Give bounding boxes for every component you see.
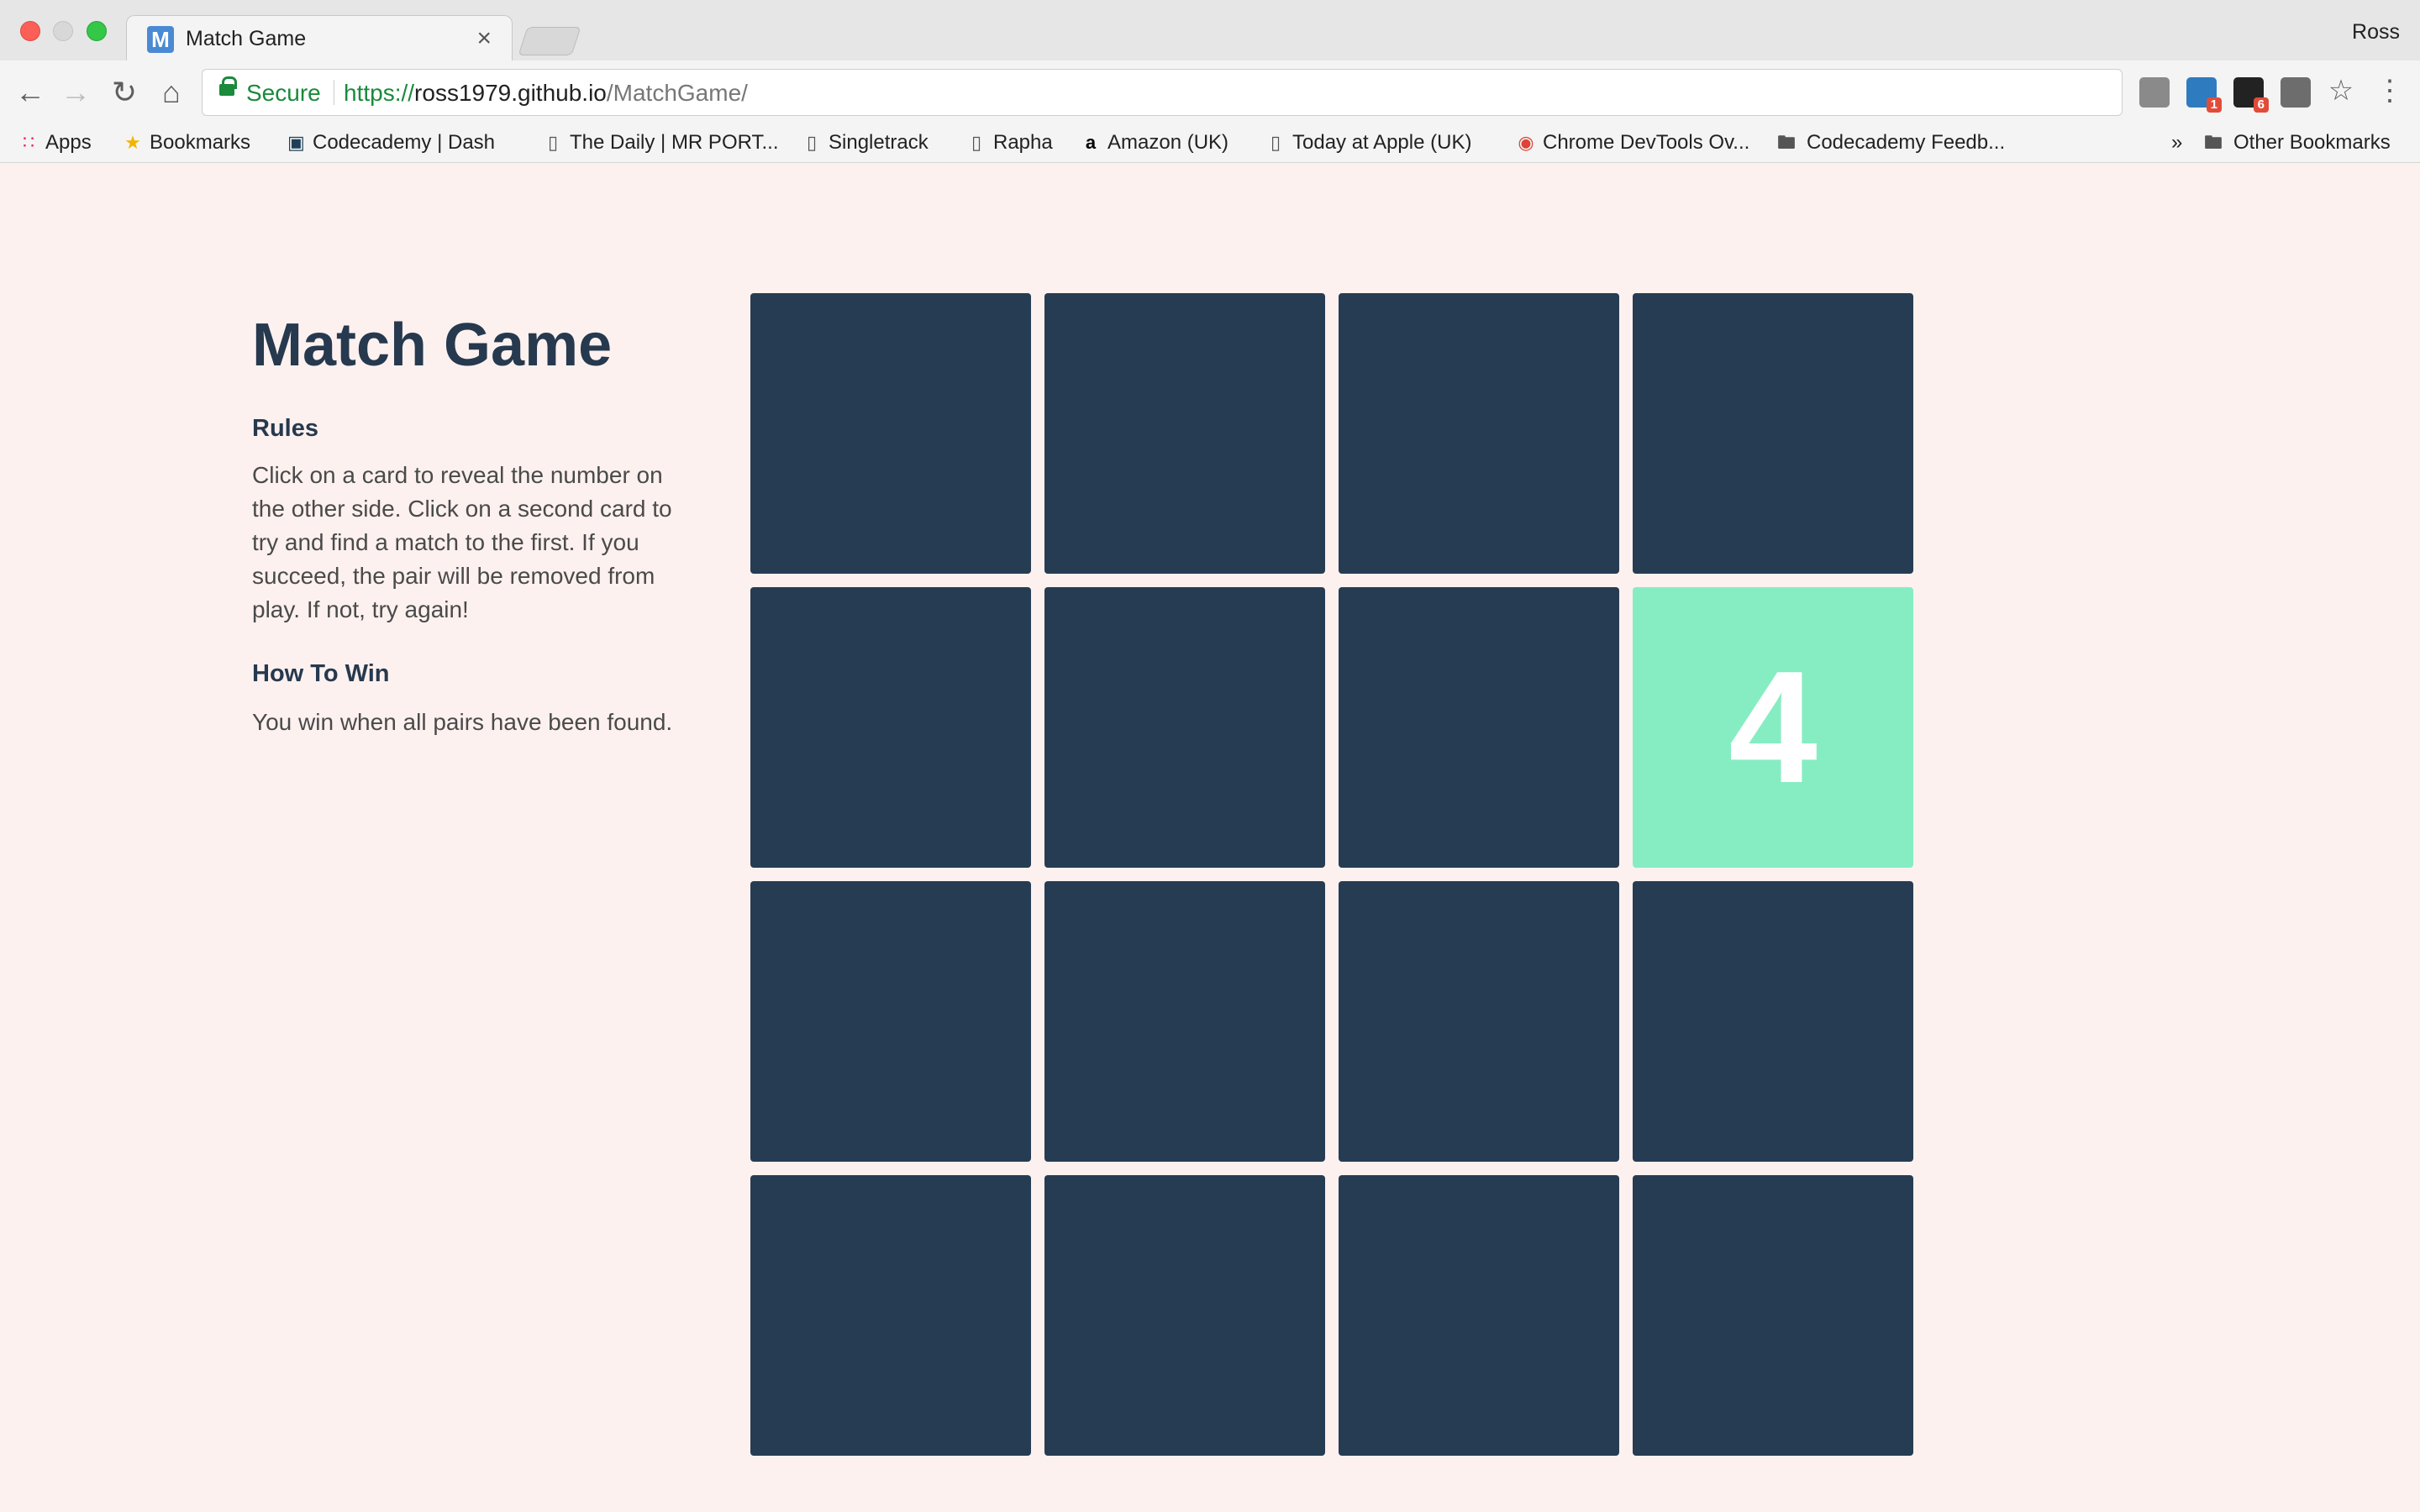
lightbulb-icon[interactable] [2281,77,2311,108]
game-card[interactable] [750,881,1031,1162]
address-bar[interactable]: Secure https://ross1979.github.io/MatchG… [202,69,2123,116]
game-card[interactable] [1339,293,1619,574]
folder-icon: 🖿 [2203,132,2223,153]
bookmark-bookmarks[interactable]: ★ Bookmarks [124,131,250,155]
bookmark-codecademy-dash[interactable]: ▣ Codecademy | Dash [287,131,495,155]
how-to-win-heading: How To Win [252,660,390,687]
browser-toolbar: ← → ↻ ⌂ Secure https://ross1979.github.i… [0,60,2420,126]
back-arrow-icon[interactable]: ← [12,74,49,111]
minimize-window-button[interactable] [53,21,73,41]
game-card[interactable] [1633,293,1913,574]
menu-dots-icon[interactable]: ⋮ [2371,72,2408,109]
rules-heading: Rules [252,415,318,442]
game-card[interactable] [1044,881,1325,1162]
game-card[interactable] [750,293,1031,574]
game-card[interactable] [1339,881,1619,1162]
game-card[interactable] [1044,293,1325,574]
bookmark-amazon[interactable]: a Amazon (UK) [1082,131,1228,155]
folder-icon: 🖿 [1776,132,1796,153]
game-card[interactable] [750,587,1031,868]
game-board: 4 [750,293,1915,1457]
rules-text: Click on a card to reveal the number on … [252,462,672,622]
profile-name[interactable]: Ross [2352,20,2400,45]
bookmarks-bar: ∷ Apps ★ Bookmarks ▣ Codecademy | Dash ▯ The… [0,126,2420,163]
url-host: ross1979.github.io [414,80,607,106]
home-icon[interactable]: ⌂ [153,74,190,111]
maximize-window-button[interactable] [87,21,107,41]
forward-arrow-icon[interactable]: → [57,74,94,111]
tab-close-icon[interactable]: × [476,24,492,53]
window-titlebar: M Match Game × Ross [0,0,2420,62]
page-icon: ▯ [547,132,559,153]
lock-icon [219,76,237,96]
close-window-button[interactable] [20,21,40,41]
other-bookmarks[interactable]: 🖿 Other Bookmarks [2202,131,2391,155]
bookmark-singletrack[interactable]: ▯ Singletrack [803,131,929,155]
page-icon: ▯ [971,132,982,153]
page-icon: ▯ [1270,132,1281,153]
bookmark-the-daily[interactable]: ▯ The Daily | MR PORT... [544,131,779,155]
reload-icon[interactable]: ↻ [106,74,143,111]
game-card[interactable] [1044,587,1325,868]
browser-tab[interactable]: M Match Game × [126,15,513,62]
how-to-win-text: You win when all pairs have been found. [252,709,673,735]
apps-grid-icon: ∷ [23,132,34,153]
extension-icon[interactable] [2139,77,2170,108]
bookmark-apps[interactable]: ∷ Apps [20,131,92,155]
game-card[interactable] [1339,587,1619,868]
url-path: /MatchGame/ [606,80,748,106]
linkedin-icon[interactable]: 1 [2186,77,2222,113]
bookmarks-overflow-chevron-icon[interactable]: » [2171,131,2182,155]
star-bookmark-icon[interactable]: ☆ [2323,72,2360,109]
amazon-assistant-icon[interactable]: 6 [2233,77,2269,113]
codecademy-icon: ▣ [287,132,305,153]
bookmark-codecademy-feedback[interactable]: 🖿 Codecademy Feedb... [1775,131,2005,155]
page-icon: ▯ [806,132,818,153]
bookmark-rapha[interactable]: ▯ Rapha [968,131,1053,155]
new-tab-button[interactable] [518,27,581,55]
game-card[interactable] [1339,1175,1619,1456]
bookmark-today-at-apple[interactable]: ▯ Today at Apple (UK) [1267,131,1472,155]
tab-favicon-icon: M [147,26,174,53]
amazon-icon: a [1085,132,1097,153]
chrome-icon: ◉ [1518,132,1534,153]
game-card[interactable] [1633,1175,1913,1456]
flipped-card[interactable]: 4 [1633,587,1913,868]
star-icon: ★ [124,132,141,153]
tab-title: Match Game [186,27,307,50]
url-protocol: https:// [344,80,415,106]
url-text[interactable]: https://ross1979.github.io/MatchGame/ [344,80,748,107]
secure-label: Secure [246,80,321,106]
game-card[interactable] [1633,881,1913,1162]
bookmark-chrome-devtools[interactable]: ◉ Chrome DevTools Ov... [1518,131,1749,155]
game-card[interactable] [750,1175,1031,1456]
page-title: Match Game [252,312,613,379]
game-card[interactable] [1044,1175,1325,1456]
